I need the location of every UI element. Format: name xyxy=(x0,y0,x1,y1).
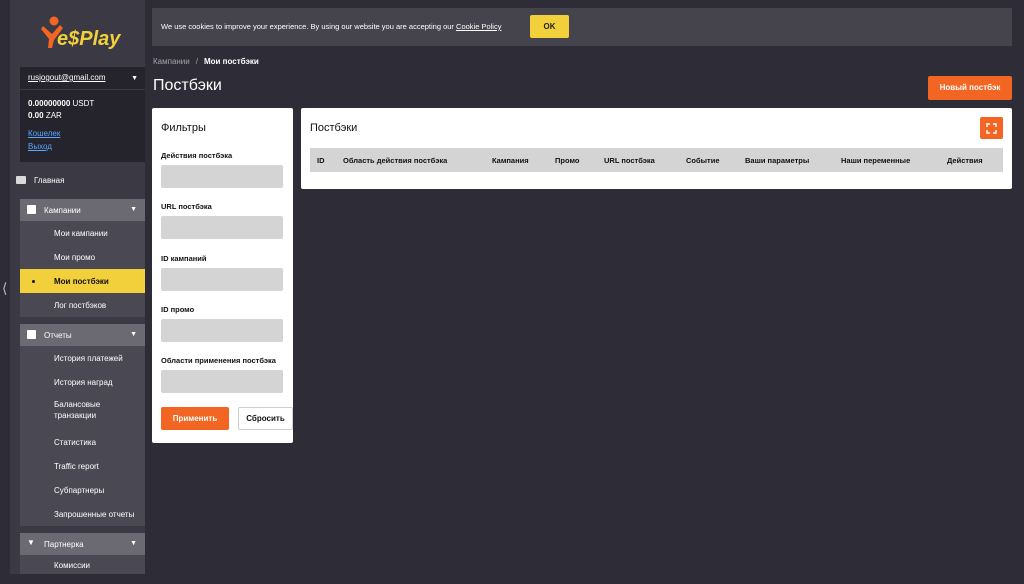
cookie-banner: We use cookies to improve your experienc… xyxy=(152,8,1012,46)
breadcrumb-current: Мои постбэки xyxy=(203,57,259,66)
column-header[interactable]: Область действия постбэка xyxy=(343,156,447,165)
chevron-down-icon: ▼ xyxy=(130,540,137,547)
postback-url-field[interactable] xyxy=(161,216,283,239)
campaign-id-field[interactable] xyxy=(161,268,283,291)
sidebar-submenu-partner: Комиссии xyxy=(20,555,145,574)
column-header[interactable]: Кампания xyxy=(492,156,529,165)
apply-button[interactable]: Применить xyxy=(161,407,229,430)
new-postback-button[interactable]: Новый постбэк xyxy=(928,76,1012,100)
sidebar-item-my-promo[interactable]: Мои промо xyxy=(20,245,145,269)
breadcrumb: Кампании / Мои постбэки xyxy=(153,57,259,66)
filter-label: URL постбэка xyxy=(161,202,212,211)
sidebar-item-commissions[interactable]: Комиссии xyxy=(20,555,145,574)
reset-button[interactable]: Сбросить xyxy=(238,407,293,430)
column-header[interactable]: Промо xyxy=(555,156,580,165)
postbacks-panel: Постбэки ID Область действия постбэка Ка… xyxy=(301,108,1012,189)
divider xyxy=(20,89,145,90)
cookie-policy-link[interactable]: Cookie Policy xyxy=(456,22,501,31)
sidebar-item-label: Главная xyxy=(34,176,65,185)
sidebar-submenu-campaigns: Мои кампании Мои промо Мои постбэки Лог … xyxy=(20,221,145,317)
breadcrumb-parent[interactable]: Кампании xyxy=(153,57,190,66)
sidebar-group-label: Кампании xyxy=(44,206,81,215)
sidebar-group-label: Отчеты xyxy=(44,331,72,340)
sidebar-item-payment-history[interactable]: История платежей xyxy=(20,346,145,370)
account-email[interactable]: rusjogout@gmail.com xyxy=(28,73,105,82)
column-header[interactable]: ID xyxy=(317,156,325,165)
column-header[interactable]: Действия xyxy=(947,156,983,165)
balance-usdt: 0.00000000 USDT xyxy=(28,99,95,108)
postbacks-title: Постбэки xyxy=(310,122,358,134)
cookie-text: We use cookies to improve your experienc… xyxy=(161,22,502,31)
sidebar-submenu-reports: История платежей История наград Балансов… xyxy=(20,346,145,526)
sidebar-item-my-campaigns[interactable]: Мои кампании xyxy=(20,221,145,245)
sidebar-group-campaigns[interactable]: Кампании ▼ xyxy=(20,199,145,221)
chevron-down-icon[interactable]: ▼ xyxy=(131,75,138,82)
breadcrumb-separator: / xyxy=(195,57,198,66)
sidebar-item-traffic-report[interactable]: Traffic report xyxy=(20,454,145,478)
filters-title: Фильтры xyxy=(161,122,206,134)
sidebar-group-label: Партнерка xyxy=(44,540,84,549)
promo-id-field[interactable] xyxy=(161,319,283,342)
column-header[interactable]: Наши переменные xyxy=(841,156,910,165)
clipboard-icon xyxy=(27,330,36,339)
cookie-ok-button[interactable]: OK xyxy=(530,15,569,38)
filter-label: ID кампаний xyxy=(161,254,207,263)
balance-zar: 0.00 ZAR xyxy=(28,111,62,120)
sidebar-item-my-postbacks[interactable]: Мои постбэки xyxy=(20,269,145,293)
sidebar-group-partner[interactable]: ▼ Партнерка ▼ xyxy=(20,533,145,555)
campaign-icon xyxy=(27,205,36,214)
chevron-down-icon: ▼ xyxy=(130,206,137,213)
postback-actions-field[interactable] xyxy=(161,165,283,188)
column-header[interactable]: URL постбэка xyxy=(604,156,655,165)
fullscreen-icon xyxy=(986,123,997,134)
sidebar-item-home[interactable]: Главная xyxy=(10,172,135,190)
sidebar-item-postback-log[interactable]: Лог постбэков xyxy=(20,293,145,317)
svg-text:e$Play: e$Play xyxy=(57,28,121,50)
column-header[interactable]: Ваши параметры xyxy=(745,156,809,165)
filter-label: ID промо xyxy=(161,305,195,314)
fullscreen-button[interactable] xyxy=(980,117,1003,139)
sidebar-item-balance-transactions[interactable]: Балансовые транзакции xyxy=(20,394,145,430)
collapse-sidebar-icon[interactable]: ⟨ xyxy=(2,280,7,297)
sidebar-item-statistics[interactable]: Статистика xyxy=(20,430,145,454)
postback-scope-field[interactable] xyxy=(161,370,283,393)
sidebar-item-requested-reports[interactable]: Запрошенные отчеты xyxy=(20,502,145,526)
home-icon xyxy=(16,176,26,184)
filters-panel: Фильтры Действия постбэка URL постбэка I… xyxy=(152,108,293,443)
page-title: Постбэки xyxy=(153,77,222,94)
yesplay-logo[interactable]: e$Play xyxy=(40,14,126,54)
filter-label: Действия постбэка xyxy=(161,151,233,160)
account-box: rusjogout@gmail.com ▼ 0.00000000 USDT 0.… xyxy=(20,67,145,162)
chevron-down-icon: ▼ xyxy=(130,331,137,338)
chevron-down-icon: ▼ xyxy=(27,538,35,547)
column-header[interactable]: Событие xyxy=(686,156,720,165)
table-header: ID Область действия постбэка Кампания Пр… xyxy=(310,148,1003,172)
filter-label: Области применения постбэка xyxy=(161,356,276,365)
sidebar-item-subpartners[interactable]: Субпартнеры xyxy=(20,478,145,502)
logout-link[interactable]: Выход xyxy=(28,142,52,151)
sidebar-group-reports[interactable]: Отчеты ▼ xyxy=(20,324,145,346)
wallet-link[interactable]: Кошелек xyxy=(28,129,60,138)
sidebar-item-reward-history[interactable]: История наград xyxy=(20,370,145,394)
